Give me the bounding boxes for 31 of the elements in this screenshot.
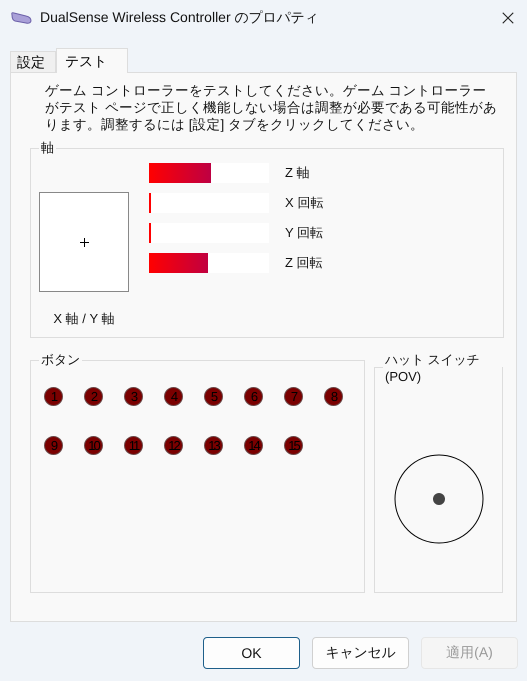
axis-label: Y 回転 [285,224,324,242]
tab[interactable]: 設定 [10,51,56,72]
axis-label: Z 軸 [285,164,310,182]
button-indicator: 1 [44,387,63,406]
button-indicator: 14 [244,436,263,455]
description-text: ゲーム コントローラーをテストしてください。ゲーム コントローラーがテスト ページで正しく機能しない場合は調整が必要である可能性があります。調整するには [設定] タブをクリックしてください。 [45,82,498,133]
button-indicator: 10 [84,436,103,455]
dialog-button[interactable]: OK [203,637,300,669]
axis-label: X 回転 [285,194,324,212]
button-indicator: 9 [44,436,63,455]
button-indicator: 12 [164,436,183,455]
button-indicator: 8 [324,387,343,406]
button-indicator: 4 [164,387,183,406]
axis-label: Z 回転 [285,254,323,272]
crosshair-icon [80,238,88,246]
group-title: 軸 [40,139,55,157]
tab[interactable]: テスト [56,48,128,73]
button-indicator: 6 [244,387,263,406]
window-title: DualSense Wireless Controller のプロパティ [40,9,320,27]
button-indicator: 7 [284,387,303,406]
button-indicator: 13 [204,436,223,455]
button-indicator: 15 [284,436,303,455]
group-title: ボタン [40,351,81,369]
dialog-button[interactable]: キャンセル [312,637,409,669]
close-icon[interactable] [501,11,515,25]
button-indicator: 11 [124,436,143,455]
button-indicator: 5 [204,387,223,406]
button-indicator: 3 [124,387,143,406]
button-indicator: 2 [84,387,103,406]
axis-label: X 軸 / Y 軸 [53,310,115,328]
group-title: ハット スイッチ (POV) [384,351,481,384]
